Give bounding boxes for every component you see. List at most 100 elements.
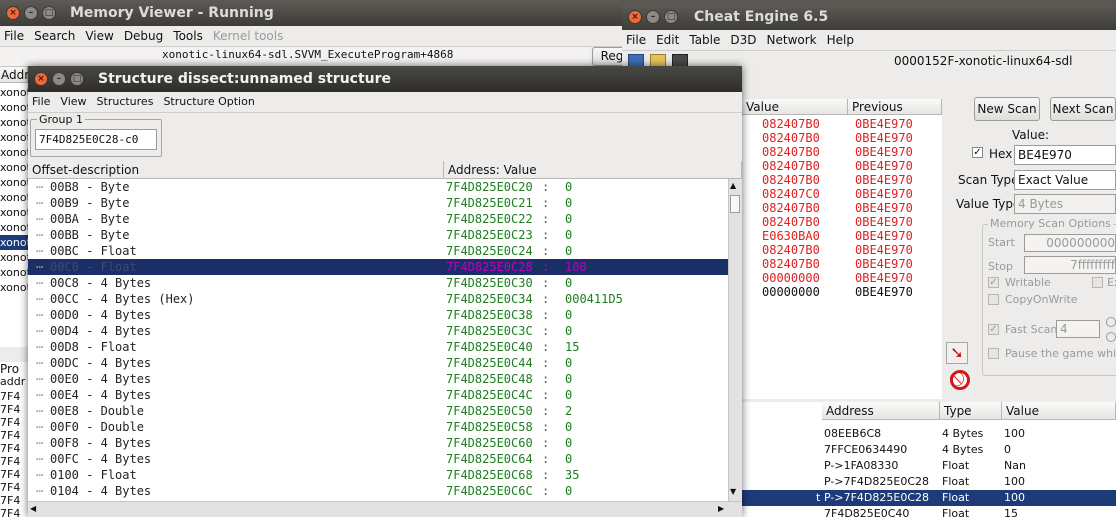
mv-menu-tools[interactable]: Tools bbox=[169, 26, 209, 46]
scan-result-previous[interactable]: 0BE4E970 bbox=[855, 173, 913, 187]
mv-menu-search[interactable]: Search bbox=[30, 26, 81, 46]
list-item[interactable]: xonot bbox=[0, 145, 28, 160]
scan-result-value[interactable]: 082407B0 bbox=[762, 173, 820, 187]
vertical-scrollbar[interactable]: ▲ ▼ bbox=[728, 179, 742, 501]
scan-result-value[interactable]: 082407B0 bbox=[762, 243, 820, 257]
ce-menu-table[interactable]: Table bbox=[685, 30, 726, 50]
list-item[interactable]: 7F4 bbox=[0, 416, 28, 429]
ce-menu-file[interactable]: File bbox=[622, 30, 652, 50]
maximize-icon[interactable]: □ bbox=[70, 72, 84, 86]
memory-viewer-titlebar[interactable]: × – □ Memory Viewer - Running bbox=[0, 0, 622, 26]
cheat-engine-titlebar[interactable]: × – □ Cheat Engine 6.5 bbox=[622, 4, 1116, 30]
scan-result-value[interactable]: 00000000 bbox=[762, 271, 820, 285]
scan-result-previous[interactable]: 0BE4E970 bbox=[855, 131, 913, 145]
minimize-icon[interactable]: – bbox=[52, 72, 66, 86]
mv-menu-view[interactable]: View bbox=[81, 26, 119, 46]
structure-row[interactable]: ⋯ 00B9 - Byte 7F4D825E0C21: 0 bbox=[28, 195, 728, 211]
horizontal-scrollbar[interactable]: ◀ ▶ bbox=[28, 501, 742, 517]
address-value-header[interactable]: Address: Value bbox=[444, 161, 742, 179]
list-item[interactable]: xonot bbox=[0, 250, 28, 265]
ce-menu-d3d[interactable]: D3D bbox=[726, 30, 762, 50]
minimize-icon[interactable]: – bbox=[646, 10, 660, 24]
start-input[interactable]: 000000000 bbox=[1024, 234, 1116, 252]
list-item[interactable]: xonot bbox=[0, 160, 28, 175]
scan-result-value[interactable]: 082407B0 bbox=[762, 117, 820, 131]
table-row[interactable]: 08EEB6C8 4 Bytes 100 bbox=[742, 426, 1116, 442]
close-icon[interactable]: × bbox=[34, 72, 48, 86]
list-item[interactable]: 7F4 bbox=[0, 494, 28, 507]
scroll-down-icon[interactable]: ▼ bbox=[730, 487, 736, 496]
mv-menu-debug[interactable]: Debug bbox=[120, 26, 169, 46]
list-item[interactable]: 7F4 bbox=[0, 390, 28, 403]
close-icon[interactable]: × bbox=[6, 6, 20, 20]
scan-result-previous[interactable]: 0BE4E970 bbox=[855, 271, 913, 285]
offset-description-header[interactable]: Offset-description bbox=[28, 161, 444, 179]
scan-result-previous[interactable]: 0BE4E970 bbox=[855, 243, 913, 257]
list-item[interactable]: xonot bbox=[0, 265, 28, 280]
hex-checkbox[interactable]: ✓ bbox=[972, 147, 983, 158]
value-type-select[interactable]: 4 Bytes bbox=[1014, 194, 1116, 214]
mv-menu-file[interactable]: File bbox=[0, 26, 30, 46]
structure-row[interactable]: ⋯ 00DC - 4 Bytes 7F4D825E0C44: 0 bbox=[28, 355, 728, 371]
list-item[interactable]: xonot bbox=[0, 130, 28, 145]
scan-result-value[interactable]: E0630BA0 bbox=[762, 229, 820, 243]
structure-row[interactable]: ⋯ 00C8 - 4 Bytes 7F4D825E0C30: 0 bbox=[28, 275, 728, 291]
no-icon[interactable]: ⃠ bbox=[950, 370, 970, 390]
ce-menu-edit[interactable]: Edit bbox=[652, 30, 685, 50]
table-row[interactable]: P->1FA08330 Float Nan bbox=[742, 458, 1116, 474]
structure-row[interactable]: ⋯ 00F8 - 4 Bytes 7F4D825E0C60: 0 bbox=[28, 435, 728, 451]
scroll-thumb[interactable] bbox=[730, 195, 740, 213]
scan-result-previous[interactable]: 0BE4E970 bbox=[855, 145, 913, 159]
executable-checkbox[interactable] bbox=[1092, 277, 1103, 288]
sd-menu-structure-option[interactable]: Structure Option bbox=[159, 92, 260, 112]
minimize-icon[interactable]: – bbox=[24, 6, 38, 20]
scan-result-previous[interactable]: 0BE4E970 bbox=[855, 117, 913, 131]
maximize-icon[interactable]: □ bbox=[664, 10, 678, 24]
scroll-left-icon[interactable]: ◀ bbox=[30, 504, 36, 513]
structure-row[interactable]: ⋯ 00F0 - Double 7F4D825E0C58: 0 bbox=[28, 419, 728, 435]
structure-row[interactable]: ⋯ 00CC - 4 Bytes (Hex) 7F4D825E0C34: 000411… bbox=[28, 291, 728, 307]
structure-row[interactable]: ⋯ 00D4 - 4 Bytes 7F4D825E0C3C: 0 bbox=[28, 323, 728, 339]
list-item[interactable]: 7F4 bbox=[0, 442, 28, 455]
list-item[interactable]: 7F4 bbox=[0, 481, 28, 494]
list-item[interactable]: 7F4 bbox=[0, 429, 28, 442]
next-scan-button[interactable]: Next Scan bbox=[1050, 97, 1116, 121]
structure-dissect-titlebar[interactable]: × – □ Structure dissect:unnamed structur… bbox=[28, 66, 742, 92]
ce-menu-help[interactable]: Help bbox=[823, 30, 860, 50]
scan-result-value[interactable]: 082407B0 bbox=[762, 131, 820, 145]
registers-button[interactable]: Reg bbox=[592, 47, 622, 66]
list-item[interactable]: xonot bbox=[0, 100, 28, 115]
writable-checkbox[interactable]: ✓ bbox=[988, 277, 999, 288]
scroll-right-icon[interactable]: ▶ bbox=[718, 504, 724, 513]
scan-result-value[interactable]: 082407B0 bbox=[762, 257, 820, 271]
table-row[interactable]: P->7F4D825E0C28 Float 100 bbox=[742, 474, 1116, 490]
list-item[interactable]: xonot bbox=[0, 190, 28, 205]
ce-menu-network[interactable]: Network bbox=[763, 30, 823, 50]
last-digits-radio[interactable] bbox=[1106, 332, 1116, 342]
scan-result-previous[interactable]: 0BE4E970 bbox=[855, 257, 913, 271]
structure-row[interactable]: ⋯ 00FC - 4 Bytes 7F4D825E0C64: 0 bbox=[28, 451, 728, 467]
scan-result-previous[interactable]: 0BE4E970 bbox=[855, 187, 913, 201]
list-item[interactable]: xonot bbox=[0, 220, 28, 235]
structure-row[interactable]: ⋯ 00D0 - 4 Bytes 7F4D825E0C38: 0 bbox=[28, 307, 728, 323]
structure-row[interactable]: ⋯ 0104 - 4 Bytes 7F4D825E0C6C: 0 bbox=[28, 483, 728, 499]
scan-result-previous[interactable]: 0BE4E970 bbox=[855, 201, 913, 215]
scan-result-previous[interactable]: 0BE4E970 bbox=[855, 229, 913, 243]
scan-result-previous[interactable]: 0BE4E970 bbox=[855, 285, 913, 299]
alignment-radio[interactable] bbox=[1106, 317, 1116, 327]
scan-result-value[interactable]: 082407C0 bbox=[762, 187, 820, 201]
list-item[interactable]: xonot bbox=[0, 85, 28, 100]
scan-result-value[interactable]: 00000000 bbox=[762, 285, 820, 299]
fastscan-input[interactable]: 4 bbox=[1056, 320, 1100, 338]
scan-result-value[interactable]: 082407B0 bbox=[762, 201, 820, 215]
structure-row[interactable]: ⋯ 0100 - Float 7F4D825E0C68: 35 bbox=[28, 467, 728, 483]
list-item[interactable]: 7F4 bbox=[0, 403, 28, 416]
copyonwrite-checkbox[interactable] bbox=[988, 294, 999, 305]
scan-result-value[interactable]: 082407B0 bbox=[762, 215, 820, 229]
list-item[interactable]: xonot bbox=[0, 115, 28, 130]
list-item[interactable]: xonot bbox=[0, 175, 28, 190]
add-to-list-arrow-icon[interactable]: ➘ bbox=[946, 342, 968, 364]
list-item[interactable]: xonot bbox=[0, 235, 28, 250]
list-item[interactable]: xonot bbox=[0, 205, 28, 220]
mv-menu-kernel-tools[interactable]: Kernel tools bbox=[209, 26, 290, 46]
